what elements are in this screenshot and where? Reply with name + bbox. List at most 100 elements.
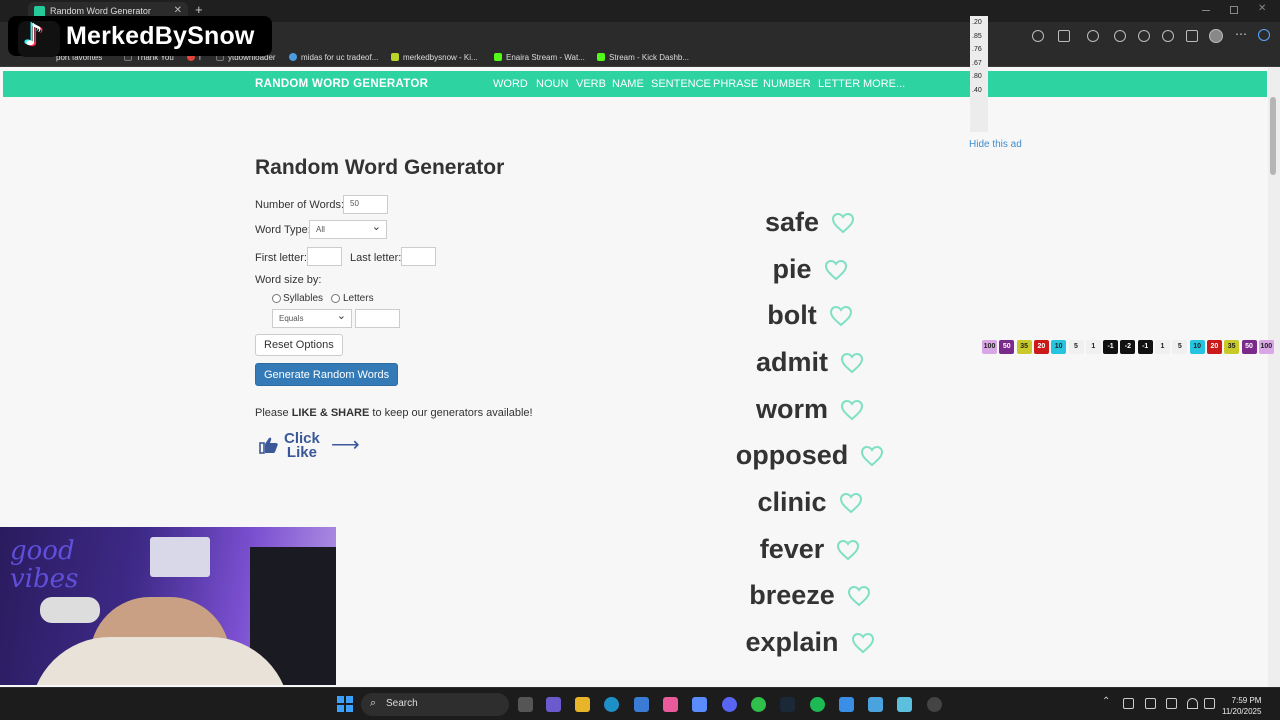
- ad-chip: 35: [1224, 340, 1240, 354]
- thumbs-up-icon[interactable]: [259, 436, 279, 454]
- nav-noun[interactable]: NOUN: [536, 78, 568, 90]
- teams-icon[interactable]: [546, 697, 561, 712]
- letters-radio[interactable]: [331, 294, 340, 303]
- word-text: bolt: [767, 300, 817, 330]
- nav-verb[interactable]: VERB: [576, 78, 606, 90]
- edge-icon[interactable]: [604, 697, 619, 712]
- spotify-icon[interactable]: [810, 697, 825, 712]
- first-letter-input[interactable]: [307, 247, 342, 266]
- click-like-link[interactable]: Click Like: [284, 431, 320, 460]
- favorite-heart-icon[interactable]: [831, 212, 855, 234]
- favorite-heart-icon[interactable]: [851, 632, 875, 654]
- ad-side-number: .85: [972, 32, 982, 40]
- start-button-icon[interactable]: [337, 696, 353, 712]
- taskbar-clock[interactable]: 7:59 PM 11/20/2025: [1222, 695, 1261, 717]
- wifi-icon[interactable]: [1187, 698, 1198, 709]
- nav-name[interactable]: NAME: [612, 78, 644, 90]
- site-brand[interactable]: RANDOM WORD GENERATOR: [255, 78, 428, 90]
- nav-phrase[interactable]: PHRASE: [713, 78, 758, 90]
- arrow-right-icon: ⟶: [331, 434, 360, 456]
- extension-2-icon[interactable]: [1114, 30, 1126, 42]
- volume-icon[interactable]: [1204, 698, 1215, 709]
- tray-sync-icon[interactable]: [1145, 698, 1156, 709]
- favorite-heart-icon[interactable]: [847, 585, 871, 607]
- word-item: worm: [600, 394, 1020, 430]
- nav-more[interactable]: MORE...: [863, 78, 905, 90]
- facebook-icon[interactable]: [839, 697, 854, 712]
- tiktok-username: MerkedBySnow: [66, 22, 255, 50]
- reset-options-button[interactable]: Reset Options: [255, 334, 343, 356]
- store-icon[interactable]: [634, 697, 649, 712]
- favorite-heart-icon[interactable]: [839, 492, 863, 514]
- obs-icon[interactable]: [927, 697, 942, 712]
- tray-nvidia-icon[interactable]: [1166, 698, 1177, 709]
- word-item: fever: [600, 534, 1020, 570]
- notepad-icon[interactable]: [897, 697, 912, 712]
- generate-random-words-button[interactable]: Generate Random Words: [255, 363, 399, 386]
- size-compare-select[interactable]: Equals: [272, 309, 352, 328]
- ad-chip: 10: [1051, 340, 1067, 354]
- tray-app-icon[interactable]: [1123, 698, 1134, 709]
- minimize-icon[interactable]: [1202, 10, 1210, 11]
- bookmark-midas[interactable]: midas for uc tradeof...: [289, 53, 378, 62]
- history-icon[interactable]: [1162, 30, 1174, 42]
- maximize-icon[interactable]: [1230, 6, 1238, 14]
- nav-number[interactable]: NUMBER: [763, 78, 811, 90]
- reader-icon[interactable]: [1032, 30, 1044, 42]
- ad-chip: 10: [1189, 340, 1205, 354]
- app-icon[interactable]: [663, 697, 678, 712]
- copilot-icon[interactable]: [1258, 29, 1270, 41]
- nav-letter[interactable]: LETTER: [818, 78, 860, 90]
- favorite-heart-icon[interactable]: [824, 259, 848, 281]
- photos-icon[interactable]: [868, 697, 883, 712]
- hide-ad-link[interactable]: Hide this ad: [969, 139, 1022, 150]
- tray-chevron-icon[interactable]: ⌃: [1102, 696, 1110, 707]
- num-words-input[interactable]: 50: [343, 195, 388, 214]
- favorite-heart-icon[interactable]: [840, 399, 864, 421]
- nav-sentence[interactable]: SENTENCE: [651, 78, 711, 90]
- favorite-star-icon[interactable]: [1058, 30, 1070, 42]
- scrollbar-thumb[interactable]: [1270, 97, 1276, 175]
- task-view-icon[interactable]: [518, 697, 533, 712]
- profile-avatar[interactable]: [1209, 29, 1223, 43]
- taskbar-search[interactable]: ⌕ Search: [361, 693, 509, 716]
- bookmark-kick-dashboard[interactable]: Stream - Kick Dashb...: [597, 53, 689, 62]
- ad-chip: -1: [1137, 340, 1153, 354]
- word-item: clinic: [600, 487, 1020, 523]
- letters-label: Letters: [343, 293, 374, 304]
- favorite-heart-icon[interactable]: [860, 445, 884, 467]
- file-explorer-icon[interactable]: [575, 697, 590, 712]
- copilot-taskbar-icon[interactable]: [692, 697, 707, 712]
- word-type-label: Word Type:: [255, 224, 311, 236]
- favorite-heart-icon[interactable]: [840, 352, 864, 374]
- site-navbar: RANDOM WORD GENERATOR WORD NOUN VERB NAM…: [3, 71, 1267, 97]
- last-letter-input[interactable]: [401, 247, 436, 266]
- syllables-radio[interactable]: [272, 294, 281, 303]
- word-type-select[interactable]: All: [309, 220, 387, 239]
- favorite-heart-icon[interactable]: [836, 539, 860, 561]
- bookmark-merkedbysnow[interactable]: merkedbysnow - Ki...: [391, 53, 478, 62]
- word-item: explain: [600, 627, 1020, 663]
- favorites-icon[interactable]: [1138, 30, 1150, 42]
- discord-icon[interactable]: [722, 697, 737, 712]
- xbox-icon[interactable]: [751, 697, 766, 712]
- extension-icon[interactable]: [1087, 30, 1099, 42]
- ad-side-number: .40: [972, 86, 982, 94]
- shield-icon[interactable]: [1186, 30, 1198, 42]
- close-tab-icon[interactable]: ✕: [174, 5, 182, 16]
- word-text: explain: [745, 627, 839, 657]
- steam-icon[interactable]: [780, 697, 795, 712]
- num-words-label: Number of Words:: [255, 199, 345, 211]
- air-conditioner: [150, 537, 210, 577]
- word-text: fever: [759, 534, 825, 564]
- bookmark-enaira-stream[interactable]: Enaira Stream - Wat...: [494, 53, 585, 62]
- favorite-heart-icon[interactable]: [829, 305, 853, 327]
- new-tab-icon[interactable]: +: [195, 2, 203, 17]
- more-menu-icon[interactable]: ⋯: [1235, 27, 1247, 41]
- nav-word[interactable]: WORD: [493, 78, 528, 90]
- search-icon: ⌕: [370, 697, 377, 709]
- size-value-input[interactable]: [355, 309, 400, 328]
- close-window-icon[interactable]: ✕: [1258, 3, 1268, 14]
- ad-chip: 50: [1241, 340, 1257, 354]
- ad-chip: 100: [1258, 340, 1274, 354]
